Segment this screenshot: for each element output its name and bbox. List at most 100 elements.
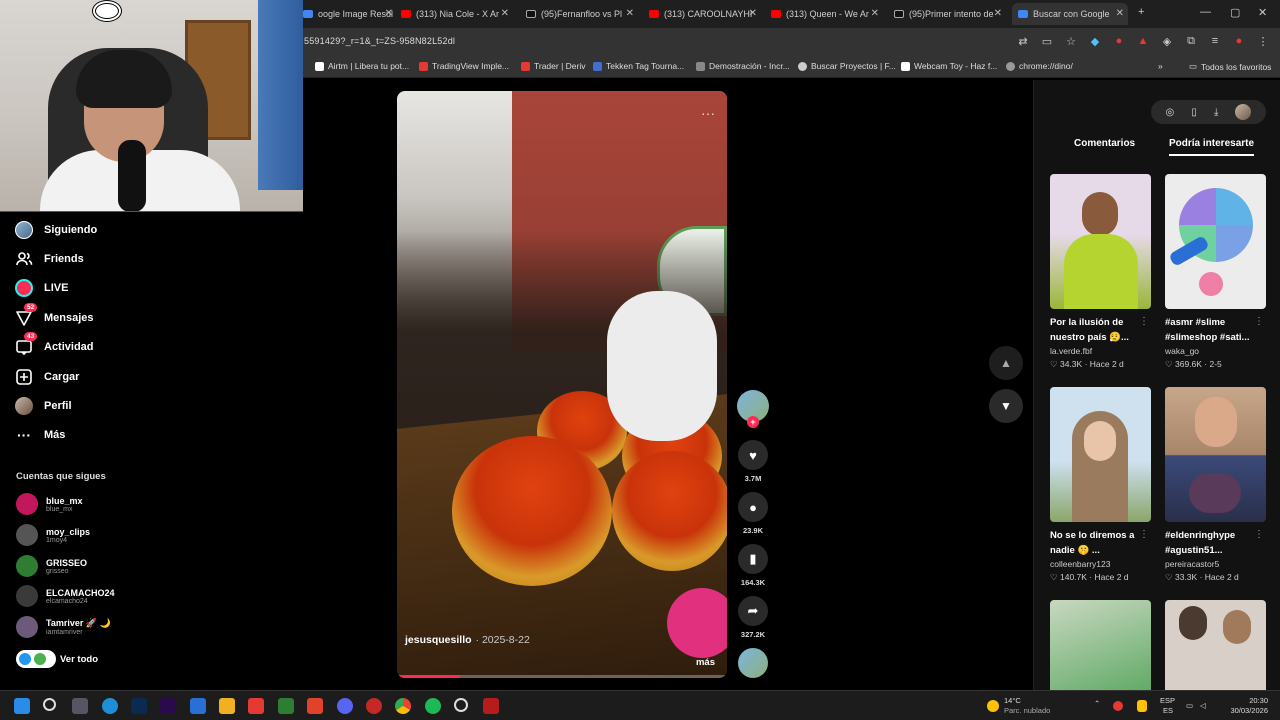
bookmark-item[interactable]: Trader | Deriv: [521, 61, 586, 71]
close-tab-icon[interactable]: ✕: [1116, 8, 1124, 19]
more-caption-button[interactable]: más: [696, 657, 715, 668]
close-tab-icon[interactable]: ✕: [501, 8, 509, 19]
bookmark-item[interactable]: Demostración - Incr...: [696, 61, 790, 71]
share-button[interactable]: ➦ 327.2K: [737, 596, 769, 639]
url-field[interactable]: 5591429?_r=1&_t=ZS-958N82L52dl: [304, 36, 455, 46]
bookmark-item[interactable]: Airtm | Libera tu pot...: [315, 61, 409, 71]
video-user[interactable]: pereiracastor5: [1165, 559, 1266, 569]
sidebar-item-mensajes[interactable]: 52 Mensajes: [14, 303, 94, 328]
taskview-icon[interactable]: [72, 698, 88, 714]
close-tab-icon[interactable]: ✕: [626, 8, 634, 19]
store-icon[interactable]: [190, 698, 206, 714]
app-icon[interactable]: [366, 698, 382, 714]
profile-icon[interactable]: ●: [1232, 34, 1246, 48]
browser-tab-6[interactable]: Buscar con Google ✕: [1012, 3, 1128, 25]
minecraft-icon[interactable]: [278, 698, 294, 714]
video-user[interactable]: la.verde.fbf: [1050, 346, 1151, 356]
previous-video-button[interactable]: ▲: [989, 346, 1023, 380]
bookmark-item[interactable]: Buscar Proyectos | F...: [798, 61, 896, 71]
folder-icon[interactable]: [219, 698, 235, 714]
like-button[interactable]: ♥ 3.7M: [737, 440, 769, 483]
clock-time[interactable]: 20:30: [1225, 696, 1268, 705]
network-icon[interactable]: ▭: [1186, 701, 1193, 710]
sidebar-item-live[interactable]: LIVE: [14, 278, 68, 298]
user-avatar[interactable]: [1235, 104, 1252, 120]
volume-icon[interactable]: ◁: [1200, 701, 1206, 710]
tray-chevron-icon[interactable]: ⌃: [1094, 699, 1100, 708]
creator-avatar-button[interactable]: +: [737, 390, 769, 428]
following-account[interactable]: blue_mx blue_mx: [16, 493, 83, 515]
download-icon[interactable]: ⤓: [1214, 107, 1218, 118]
reading-list-icon[interactable]: ≡: [1208, 34, 1222, 48]
premiere-icon[interactable]: [160, 698, 176, 714]
close-tab-icon[interactable]: ✕: [749, 8, 757, 19]
following-account[interactable]: GRISSEO grisseo: [16, 555, 87, 577]
following-account[interactable]: moy_clips 1moy4: [16, 524, 90, 546]
cast-icon[interactable]: ▭: [1040, 34, 1054, 48]
compass-icon[interactable]: ◎: [1166, 107, 1175, 118]
sidebar-item-siguiendo[interactable]: Siguiendo: [14, 220, 97, 240]
close-tab-icon[interactable]: ✕: [871, 8, 879, 19]
clock-date[interactable]: 30/03/2026: [1225, 706, 1268, 715]
maximize-icon[interactable]: ▢: [1230, 6, 1240, 19]
bookmark-item[interactable]: chrome://dino/: [1006, 61, 1073, 71]
input-language[interactable]: ESP: [1160, 696, 1175, 705]
obs-icon[interactable]: [454, 698, 468, 712]
next-video-button[interactable]: ▼: [989, 389, 1023, 423]
card-options-icon[interactable]: ⋮: [1254, 316, 1264, 327]
tray-app-icon[interactable]: [1113, 701, 1123, 711]
input-region[interactable]: ES: [1163, 706, 1173, 715]
recommended-video-card[interactable]: #asmr #slime #slimeshop #sati... ⋮ waka_…: [1165, 174, 1266, 370]
minimize-icon[interactable]: —: [1200, 6, 1211, 18]
browser-tab-1[interactable]: (313) Nia Cole - X Ar ✕: [401, 3, 509, 25]
see-all-link[interactable]: Ver todo: [16, 650, 98, 668]
browser-tab-5[interactable]: (95)Primer intento de ✕: [894, 3, 1002, 25]
extension-icon[interactable]: ●: [1112, 34, 1126, 48]
browser-tab-2[interactable]: (95)Fernanfloo vs Pl ✕: [526, 3, 634, 25]
weather-desc[interactable]: Parc. nublado: [1004, 706, 1050, 715]
edge-icon[interactable]: [102, 698, 118, 714]
video-thumbnail[interactable]: [1165, 174, 1266, 309]
browser-tab-0[interactable]: oogle Image Result ✕: [303, 3, 393, 25]
weather-temp[interactable]: 14°C: [1004, 696, 1021, 705]
bookmarks-overflow-icon[interactable]: »: [1158, 61, 1163, 71]
following-account[interactable]: Tamriver 🚀 🌙 iamtamriver: [16, 616, 111, 638]
video-user[interactable]: colleenbarry123: [1050, 559, 1151, 569]
extension-icon[interactable]: ◈: [1160, 34, 1174, 48]
sidebar-item-cargar[interactable]: Cargar: [14, 367, 79, 387]
browser-tab-3[interactable]: (313) CAROOLNAYHI ✕: [649, 3, 757, 25]
comment-button[interactable]: ● 23.9K: [737, 492, 769, 535]
sidebar-item-actividad[interactable]: 43 Actividad: [14, 332, 94, 357]
extension-icon[interactable]: ◆: [1088, 34, 1102, 48]
sidebar-item-friends[interactable]: Friends: [14, 249, 84, 269]
bookmark-star-icon[interactable]: ☆: [1064, 34, 1078, 48]
voice-app-icon[interactable]: [483, 698, 499, 714]
close-window-icon[interactable]: ✕: [1258, 6, 1267, 19]
bookmark-item[interactable]: TradingView Imple...: [419, 61, 509, 71]
search-icon[interactable]: [43, 698, 56, 711]
sound-disc-button[interactable]: [737, 648, 769, 678]
video-player[interactable]: ··· jesusquesillo · 2025-8-22 más: [397, 91, 727, 678]
all-bookmarks-folder[interactable]: ▭ Todos los favoritos: [1189, 61, 1271, 72]
phone-icon[interactable]: ▯: [1191, 107, 1197, 118]
following-account[interactable]: ELCAMACHO24 elcamacho24: [16, 585, 115, 607]
video-thumbnail[interactable]: [1050, 174, 1151, 309]
app-icon[interactable]: [248, 698, 264, 714]
extension-icon[interactable]: ▲: [1136, 34, 1150, 48]
video-options-icon[interactable]: ···: [701, 105, 715, 121]
video-thumbnail[interactable]: [1165, 387, 1266, 522]
windows-start-icon[interactable]: [14, 698, 30, 714]
card-options-icon[interactable]: ⋮: [1139, 529, 1149, 540]
card-options-icon[interactable]: ⋮: [1139, 316, 1149, 327]
video-thumbnail[interactable]: [1050, 387, 1151, 522]
sidebar-item-perfil[interactable]: Perfil: [14, 396, 72, 416]
video-user[interactable]: waka_go: [1165, 346, 1266, 356]
chrome-icon[interactable]: [395, 698, 411, 714]
close-tab-icon[interactable]: ✕: [994, 8, 1002, 19]
menu-kebab-icon[interactable]: ⋮: [1256, 34, 1270, 48]
translate-icon[interactable]: ⇄: [1016, 34, 1030, 48]
save-button[interactable]: ▮ 164.3K: [737, 544, 769, 587]
recommended-video-card[interactable]: No se lo diremos a nadie 🤫 ... ⋮ colleen…: [1050, 387, 1151, 583]
recommended-video-card[interactable]: Por la ilusión de nuestro país 😮‍💨... ⋮ …: [1050, 174, 1151, 370]
photoshop-icon[interactable]: [131, 698, 147, 714]
